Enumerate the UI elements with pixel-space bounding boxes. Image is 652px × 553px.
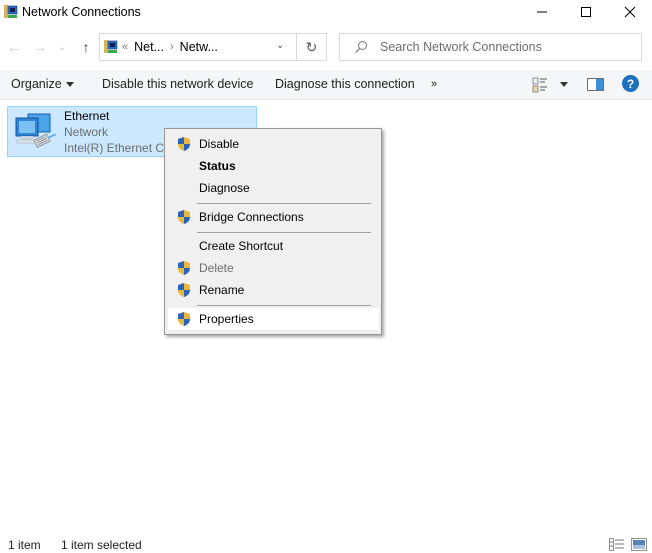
diagnose-connection-button[interactable]: Diagnose this connection bbox=[275, 77, 415, 91]
help-button[interactable]: ? bbox=[622, 75, 639, 92]
window-title: Network Connections bbox=[22, 5, 141, 19]
breadcrumb-overflow[interactable]: « bbox=[122, 41, 128, 53]
organize-button[interactable]: Organize bbox=[11, 77, 74, 91]
uac-shield-icon bbox=[178, 312, 190, 326]
menu-item-create-shortcut[interactable]: Create Shortcut bbox=[168, 235, 379, 257]
more-commands-button[interactable]: » bbox=[431, 78, 437, 90]
arrow-left-icon: ← bbox=[7, 39, 21, 55]
item-name: Ethernet bbox=[64, 109, 110, 123]
recent-locations-button[interactable]: ⌄ bbox=[56, 38, 68, 56]
menu-separator bbox=[197, 232, 371, 233]
menu-item-properties[interactable]: Properties bbox=[168, 308, 379, 330]
view-options-dropdown-icon[interactable] bbox=[560, 82, 568, 87]
menu-item-label: Rename bbox=[199, 283, 245, 297]
maximize-button[interactable] bbox=[564, 0, 608, 24]
menu-item-disable[interactable]: Disable bbox=[168, 133, 379, 155]
menu-separator bbox=[197, 203, 371, 204]
close-button[interactable] bbox=[608, 0, 652, 24]
menu-item-label: Status bbox=[199, 159, 236, 173]
menu-item-delete: Delete bbox=[168, 257, 379, 279]
breadcrumb: « Net... › Netw... bbox=[122, 40, 218, 54]
uac-shield-icon bbox=[178, 137, 190, 151]
organize-label: Organize bbox=[11, 77, 62, 91]
arrow-right-icon: → bbox=[33, 39, 47, 55]
up-button[interactable]: ↑ bbox=[77, 38, 95, 56]
search-icon bbox=[355, 41, 367, 53]
menu-item-label: Bridge Connections bbox=[199, 210, 304, 224]
menu-item-label: Diagnose bbox=[199, 181, 250, 195]
title-bar: Network Connections bbox=[0, 0, 652, 26]
network-connections-icon bbox=[104, 40, 118, 53]
search-placeholder: Search Network Connections bbox=[380, 40, 542, 54]
item-type: Network bbox=[64, 125, 109, 139]
menu-item-label: Delete bbox=[199, 261, 234, 275]
breadcrumb-item[interactable]: Netw... bbox=[180, 40, 218, 54]
disable-device-button[interactable]: Disable this network device bbox=[102, 77, 253, 91]
details-view-icon[interactable] bbox=[609, 538, 625, 551]
minimize-icon bbox=[537, 11, 547, 13]
preview-pane-icon[interactable] bbox=[587, 78, 604, 91]
back-button[interactable]: ← bbox=[5, 38, 23, 56]
menu-item-label: Properties bbox=[199, 312, 254, 326]
uac-shield-icon bbox=[178, 283, 190, 297]
item-count: 1 item bbox=[8, 538, 41, 552]
menu-item-diagnose[interactable]: Diagnose bbox=[168, 177, 379, 199]
search-input[interactable]: Search Network Connections bbox=[339, 33, 642, 61]
minimize-button[interactable] bbox=[520, 0, 564, 24]
breadcrumb-separator-icon[interactable]: › bbox=[170, 41, 174, 53]
caret-down-icon bbox=[65, 82, 74, 88]
selection-count: 1 item selected bbox=[61, 538, 142, 552]
menu-item-label: Disable bbox=[199, 137, 240, 151]
address-dropdown-icon[interactable]: ⌄ bbox=[276, 40, 284, 51]
menu-item-label: Create Shortcut bbox=[199, 239, 284, 253]
menu-item-status[interactable]: Status bbox=[168, 155, 379, 177]
close-icon bbox=[624, 6, 636, 18]
item-device: Intel(R) Ethernet Co bbox=[64, 141, 171, 155]
address-bar[interactable]: « Net... › Netw... ⌄ bbox=[99, 33, 297, 61]
uac-shield-icon bbox=[178, 210, 190, 224]
menu-item-bridge-connections[interactable]: Bridge Connections bbox=[168, 206, 379, 228]
refresh-button[interactable]: ↻ bbox=[297, 33, 327, 61]
uac-shield-icon bbox=[178, 261, 190, 275]
large-icons-view-icon[interactable] bbox=[631, 538, 647, 551]
breadcrumb-item[interactable]: Net... bbox=[134, 40, 164, 54]
command-bar: Organize Disable this network device Dia… bbox=[0, 70, 652, 100]
context-menu: Disable Status Diagnose Bridge Connectio… bbox=[164, 128, 382, 335]
arrow-up-icon: ↑ bbox=[82, 39, 90, 55]
network-connections-app-icon bbox=[4, 5, 18, 18]
ethernet-adapter-icon bbox=[15, 113, 56, 148]
help-icon: ? bbox=[626, 76, 635, 91]
status-bar: 1 item 1 item selected bbox=[0, 536, 652, 553]
menu-item-rename[interactable]: Rename bbox=[168, 279, 379, 301]
forward-button[interactable]: → bbox=[31, 38, 49, 56]
chevron-down-icon: ⌄ bbox=[57, 41, 67, 53]
refresh-icon: ↻ bbox=[305, 38, 318, 55]
maximize-icon bbox=[581, 7, 591, 17]
menu-separator bbox=[197, 305, 371, 306]
change-view-icon[interactable] bbox=[532, 77, 548, 93]
